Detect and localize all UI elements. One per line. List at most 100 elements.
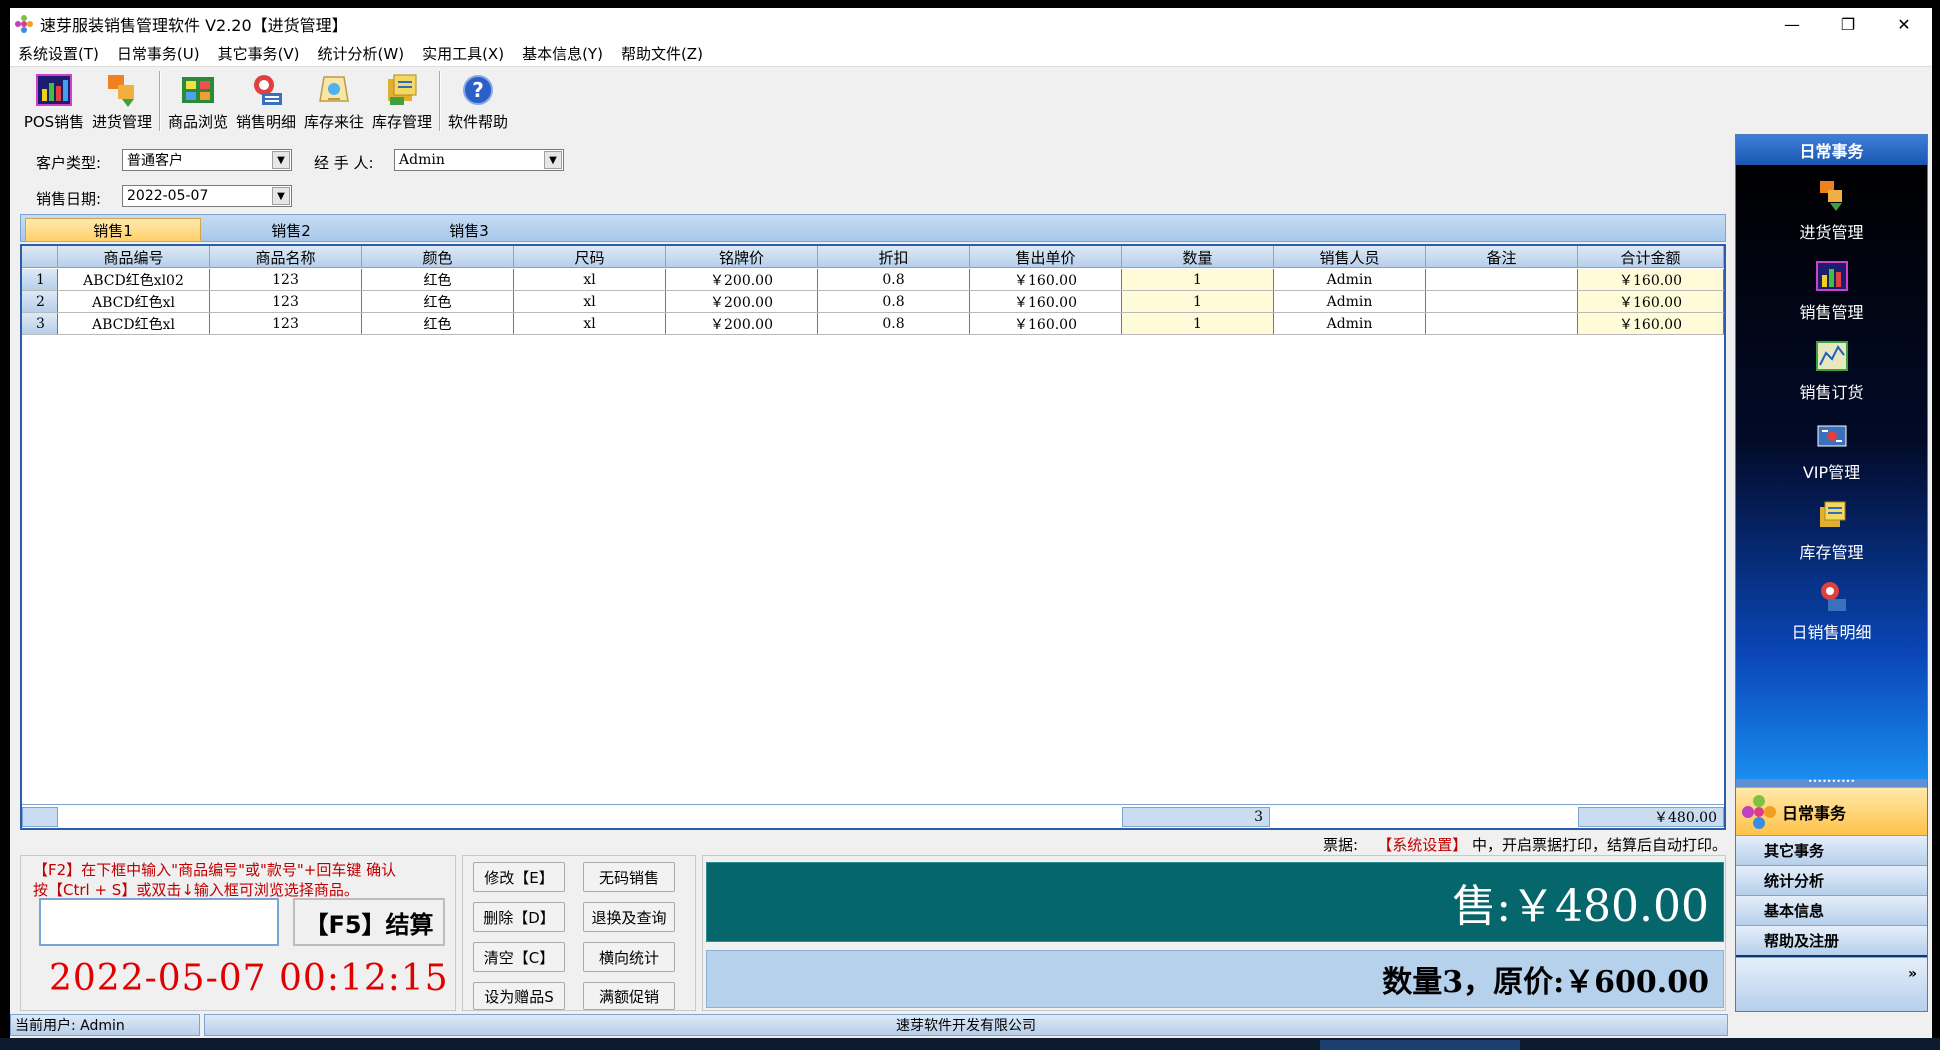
checkout-button[interactable]: 【F5】结算 — [293, 898, 445, 946]
delete-button[interactable]: 删除【D】 — [473, 902, 565, 932]
cell-remark[interactable] — [1426, 313, 1578, 334]
pos-sale-button[interactable]: POS销售 — [20, 67, 88, 135]
column-header[interactable]: 铭牌价 — [666, 246, 818, 268]
horizontal-stats-button[interactable]: 横向统计 — [583, 942, 675, 972]
customer-type-select[interactable]: 普通客户 ▼ — [122, 149, 292, 171]
sidebar-item-sales-order[interactable]: 销售订货 — [1736, 339, 1927, 413]
menu-daily-affairs[interactable]: 日常事务(U) — [117, 43, 200, 64]
sidebar-splitter[interactable]: •••••••••• — [1736, 778, 1927, 787]
cell-color[interactable]: 红色 — [362, 291, 514, 312]
table-row[interactable]: 1 ABCD红色xl02 123 红色 xl ￥200.00 0.8 ￥160.… — [22, 269, 1724, 291]
cell-remark[interactable] — [1426, 269, 1578, 290]
sales-detail-button[interactable]: 销售明细 — [232, 67, 300, 135]
cell-list-price[interactable]: ￥200.00 — [666, 291, 818, 312]
menu-other-affairs[interactable]: 其它事务(V) — [218, 43, 300, 64]
table-row[interactable]: 3 ABCD红色xl 123 红色 xl ￥200.00 0.8 ￥160.00… — [22, 313, 1724, 335]
sidebar-section-basic-info[interactable]: 基本信息 — [1736, 895, 1927, 925]
table-row[interactable]: 2 ABCD红色xl 123 红色 xl ￥200.00 0.8 ￥160.00… — [22, 291, 1724, 313]
modify-button[interactable]: 修改【E】 — [473, 862, 565, 892]
chevron-down-icon[interactable]: ▼ — [272, 151, 290, 169]
sidebar-item-stock[interactable]: 库存管理 — [1736, 499, 1927, 573]
software-help-button[interactable]: ? 软件帮助 — [444, 67, 512, 135]
cell-line-total[interactable]: ￥160.00 — [1578, 291, 1724, 312]
column-header[interactable]: 备注 — [1426, 246, 1578, 268]
cell-product-code[interactable]: ABCD红色xl — [58, 313, 210, 334]
cell-remark[interactable] — [1426, 291, 1578, 312]
cell-list-price[interactable]: ￥200.00 — [666, 269, 818, 290]
tab-sale-3[interactable]: 销售3 — [381, 218, 557, 242]
product-code-input[interactable] — [39, 898, 279, 946]
cell-size[interactable]: xl — [514, 313, 666, 334]
cell-unit-price[interactable]: ￥160.00 — [970, 269, 1122, 290]
handler-select[interactable]: Admin ▼ — [394, 149, 564, 171]
cell-product-code[interactable]: ABCD红色xl02 — [58, 269, 210, 290]
column-header[interactable]: 尺码 — [514, 246, 666, 268]
column-header[interactable]: 商品名称 — [210, 246, 362, 268]
cell-color[interactable]: 红色 — [362, 313, 514, 334]
column-header[interactable]: 售出单价 — [970, 246, 1122, 268]
menu-statistics[interactable]: 统计分析(W) — [318, 43, 405, 64]
taskbar-active-app[interactable] — [1320, 1040, 1520, 1050]
column-header[interactable]: 销售人员 — [1274, 246, 1426, 268]
product-browse-button[interactable]: 商品浏览 — [164, 67, 232, 135]
expand-chevron-icon[interactable]: » — [1908, 966, 1917, 982]
cell-size[interactable]: xl — [514, 269, 666, 290]
column-header[interactable]: 颜色 — [362, 246, 514, 268]
chevron-down-icon[interactable]: ▼ — [544, 151, 562, 169]
set-gift-button[interactable]: 设为赠品S — [473, 982, 565, 1010]
cell-salesperson[interactable]: Admin — [1274, 313, 1426, 334]
chevron-down-icon[interactable]: ▼ — [272, 187, 290, 205]
cell-salesperson[interactable]: Admin — [1274, 291, 1426, 312]
clear-button[interactable]: 清空【C】 — [473, 942, 565, 972]
column-header[interactable]: 合计金额 — [1578, 246, 1724, 268]
sidebar-item-purchase[interactable]: 进货管理 — [1736, 179, 1927, 253]
column-header[interactable]: 商品编号 — [58, 246, 210, 268]
minimize-button[interactable]: — — [1764, 8, 1820, 40]
sidebar-item-vip[interactable]: VIP管理 — [1736, 419, 1927, 493]
cell-quantity[interactable]: 1 — [1122, 313, 1274, 334]
stock-manage-button[interactable]: 库存管理 — [368, 67, 436, 135]
cell-discount[interactable]: 0.8 — [818, 269, 970, 290]
purchase-manage-button[interactable]: 进货管理 — [88, 67, 156, 135]
close-button[interactable]: ✕ — [1876, 8, 1932, 40]
cell-product-name[interactable]: 123 — [210, 313, 362, 334]
menu-help[interactable]: 帮助文件(Z) — [621, 43, 703, 64]
cell-salesperson[interactable]: Admin — [1274, 269, 1426, 290]
sale-tabs: 销售1 销售2 销售3 — [20, 214, 1726, 242]
sidebar-section-statistics[interactable]: 统计分析 — [1736, 865, 1927, 895]
cell-quantity[interactable]: 1 — [1122, 291, 1274, 312]
promotion-button[interactable]: 满额促销 — [583, 982, 675, 1010]
cell-product-code[interactable]: ABCD红色xl — [58, 291, 210, 312]
sidebar-section-other-affairs[interactable]: 其它事务 — [1736, 835, 1927, 865]
sale-date-picker[interactable]: 2022-05-07 ▼ — [122, 185, 292, 207]
cell-unit-price[interactable]: ￥160.00 — [970, 313, 1122, 334]
cell-line-total[interactable]: ￥160.00 — [1578, 269, 1724, 290]
menu-tools[interactable]: 实用工具(X) — [422, 43, 504, 64]
cell-product-name[interactable]: 123 — [210, 269, 362, 290]
cell-color[interactable]: 红色 — [362, 269, 514, 290]
stock-flow-button[interactable]: 库存来往 — [300, 67, 368, 135]
cell-line-total[interactable]: ￥160.00 — [1578, 313, 1724, 334]
sales-detail-icon — [254, 75, 282, 105]
system-settings-link[interactable]: 【系统设置】 — [1377, 836, 1467, 854]
maximize-button[interactable]: ❐ — [1820, 8, 1876, 40]
sidebar-item-sales[interactable]: 销售管理 — [1736, 259, 1927, 333]
sidebar-section-daily-affairs[interactable]: 日常事务 — [1736, 787, 1927, 835]
return-query-button[interactable]: 退换及查询 — [583, 902, 675, 932]
cell-size[interactable]: xl — [514, 291, 666, 312]
column-header[interactable]: 折扣 — [818, 246, 970, 268]
menu-basic-info[interactable]: 基本信息(Y) — [522, 43, 603, 64]
cell-product-name[interactable]: 123 — [210, 291, 362, 312]
tab-sale-2[interactable]: 销售2 — [203, 218, 379, 242]
menu-system-settings[interactable]: 系统设置(T) — [18, 43, 99, 64]
cell-discount[interactable]: 0.8 — [818, 291, 970, 312]
cell-discount[interactable]: 0.8 — [818, 313, 970, 334]
cell-unit-price[interactable]: ￥160.00 — [970, 291, 1122, 312]
sidebar-section-help-register[interactable]: 帮助及注册 — [1736, 925, 1927, 955]
cell-list-price[interactable]: ￥200.00 — [666, 313, 818, 334]
no-code-sale-button[interactable]: 无码销售 — [583, 862, 675, 892]
column-header[interactable]: 数量 — [1122, 246, 1274, 268]
sidebar-item-daily-sales-detail[interactable]: 日销售明细 — [1736, 579, 1927, 653]
cell-quantity[interactable]: 1 — [1122, 269, 1274, 290]
tab-sale-1[interactable]: 销售1 — [25, 218, 201, 242]
